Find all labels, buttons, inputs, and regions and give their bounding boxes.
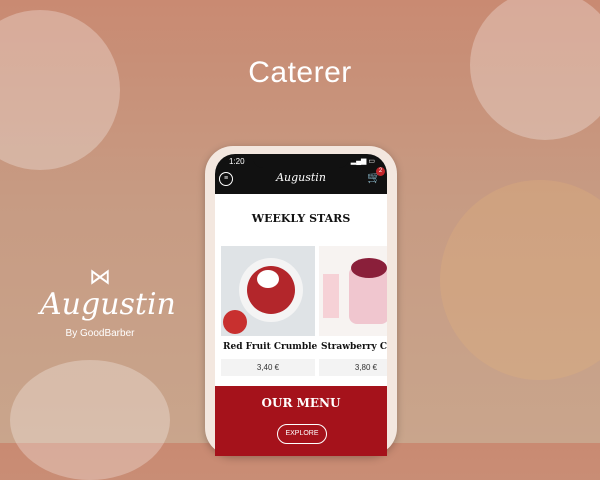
product-image	[221, 246, 315, 336]
product-name: Strawberry Cr	[321, 342, 387, 352]
brand-byline: By GoodBarber	[65, 328, 135, 339]
cart-button[interactable]: 🛒 2	[367, 167, 385, 184]
background-plate	[0, 10, 120, 170]
status-time: 1:20	[229, 157, 245, 166]
product-card[interactable]: Strawberry Cr 3,80 €	[319, 246, 387, 376]
background-plate	[440, 180, 600, 380]
bow-tie-icon: ⋈	[89, 264, 111, 289]
phone-screen: 1:20 ▂▄▆ ▭ ≡ Augustin 🛒 2 WEEKLY STARS R…	[215, 154, 387, 456]
product-price: 3,40 €	[221, 359, 315, 376]
page-title: Caterer	[248, 56, 352, 89]
product-card[interactable]: Red Fruit Crumble 3,40 €	[221, 246, 318, 376]
signal-icon: ▂▄▆ ▭	[350, 158, 375, 165]
phone-mockup: 1:20 ▂▄▆ ▭ ≡ Augustin 🛒 2 WEEKLY STARS R…	[205, 146, 397, 456]
background-plate	[10, 360, 170, 480]
product-price: 3,80 €	[319, 359, 387, 376]
brand-logo-text: Augustin	[40, 287, 176, 322]
explore-button[interactable]: EXPLORE	[277, 424, 327, 444]
product-image	[319, 246, 387, 336]
phone-notch	[253, 154, 349, 168]
app-logo: Augustin	[276, 171, 326, 184]
menu-icon[interactable]: ≡	[219, 172, 233, 186]
section-title: WEEKLY STARS	[251, 212, 351, 225]
product-name: Red Fruit Crumble	[223, 342, 318, 352]
app-header: 1:20 ▂▄▆ ▭ ≡ Augustin 🛒 2	[215, 154, 387, 194]
menu-section: OUR MENU EXPLORE	[215, 386, 387, 456]
menu-title: OUR MENU	[261, 396, 341, 410]
cart-badge: 2	[376, 167, 385, 176]
brand-block: ⋈ Augustin By GoodBarber	[40, 264, 176, 340]
